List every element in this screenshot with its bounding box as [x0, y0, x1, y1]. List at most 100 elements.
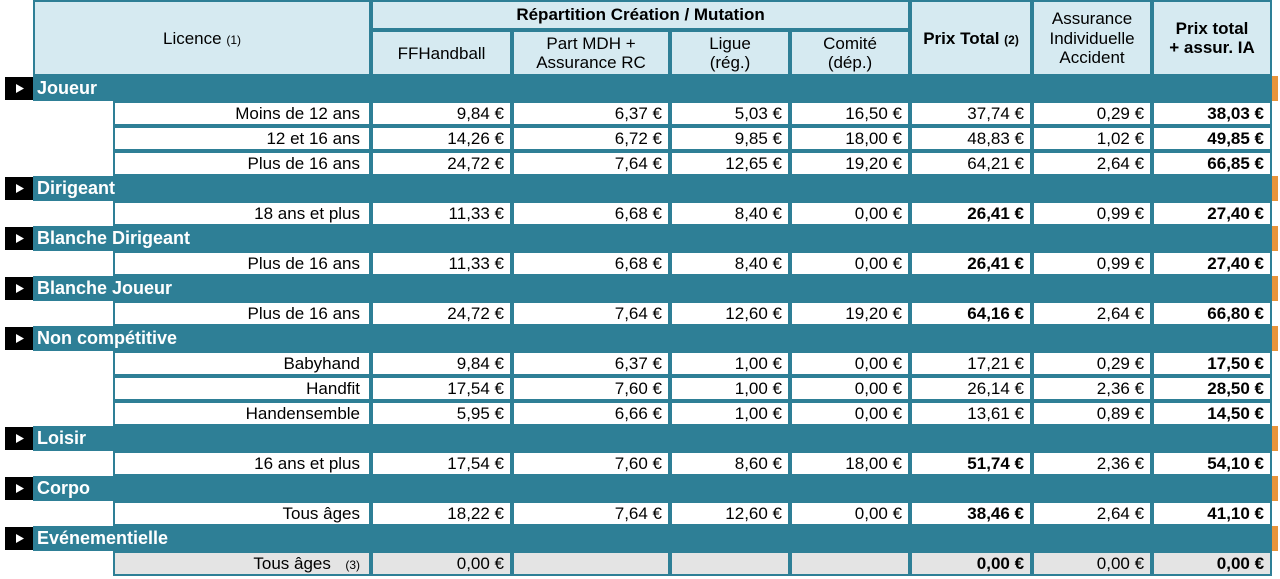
- cell-prix-total-ia: 28,50 €: [1152, 376, 1273, 402]
- row-right-spacer: [1272, 451, 1280, 477]
- corner-blank: [0, 0, 33, 30]
- table-row: 18 ans et plus 11,33 €6,68 €8,40 €0,00 €2…: [0, 201, 1280, 227]
- header-ligue: Ligue (rég.): [670, 30, 791, 77]
- header-comite-line1: Comité: [823, 34, 877, 53]
- row-indent-spacer: [33, 501, 113, 527]
- category-row-edge: [1152, 176, 1279, 202]
- row-indent-spacer: [33, 101, 113, 127]
- cell-comite: [790, 551, 911, 577]
- header-row-group: Licence (1) Répartition Création / Mutati…: [0, 0, 1280, 77]
- table-row: Plus de 16 ans 24,72 €7,64 €12,60 €19,20 …: [0, 301, 1280, 327]
- row-indent-spacer: [33, 401, 113, 427]
- cell-assurance: 0,99 €: [1032, 251, 1153, 277]
- category-blanche-joueur-toggle[interactable]: [0, 276, 33, 302]
- row-label-text: Handensemble: [245, 403, 361, 423]
- expand-triangle-icon[interactable]: [5, 277, 33, 301]
- cell-assurance: 0,29 €: [1032, 101, 1153, 127]
- cell-part-mdh: 6,37 €: [512, 101, 671, 127]
- category-row-edge: [1152, 326, 1279, 352]
- expand-triangle-icon[interactable]: [5, 527, 33, 551]
- row-right-spacer: [1272, 126, 1280, 152]
- category-dirigeant-toggle[interactable]: [0, 176, 33, 202]
- cell-assurance: 2,36 €: [1032, 451, 1153, 477]
- category-row[interactable]: Blanche Joueur: [0, 276, 1280, 302]
- expand-triangle-icon[interactable]: [5, 477, 33, 501]
- table-row: 12 et 16 ans 14,26 €6,72 €9,85 €18,00 €48…: [0, 126, 1280, 152]
- cell-assurance: 0,99 €: [1032, 201, 1153, 227]
- category-row[interactable]: Joueur: [0, 76, 1280, 102]
- header-comite: Comité (dép.): [790, 30, 911, 77]
- cell-ligue: 1,00 €: [670, 401, 791, 427]
- cell-ligue: 9,85 €: [670, 126, 791, 152]
- cell-prix-total: 64,16 €: [910, 301, 1033, 327]
- cell-comite: 0,00 €: [790, 251, 911, 277]
- cell-ligue: 1,00 €: [670, 351, 791, 377]
- category-loisir-toggle[interactable]: [0, 426, 33, 452]
- cell-part-mdh: 7,60 €: [512, 376, 671, 402]
- category-blanche-joueur-label: Blanche Joueur: [33, 276, 1153, 302]
- category-row[interactable]: Loisir: [0, 426, 1280, 452]
- row-label: 18 ans et plus: [113, 201, 372, 227]
- category-ev-nementielle-toggle[interactable]: [0, 526, 33, 552]
- cell-prix-total: 17,21 €: [910, 351, 1033, 377]
- row-indent-spacer: [33, 251, 113, 277]
- cell-prix-total-ia: 14,50 €: [1152, 401, 1273, 427]
- row-left-spacer: [0, 251, 33, 277]
- licence-price-table: Licence (1) Répartition Création / Mutati…: [0, 0, 1280, 577]
- category-joueur-toggle[interactable]: [0, 76, 33, 102]
- category-non-comp-titive-toggle[interactable]: [0, 326, 33, 352]
- header-prix-total: Prix Total (2): [910, 0, 1033, 77]
- cell-prix-total: 37,74 €: [910, 101, 1033, 127]
- category-row[interactable]: Evénementielle: [0, 526, 1280, 552]
- cell-prix-total: 26,14 €: [910, 376, 1033, 402]
- cell-ligue: 1,00 €: [670, 376, 791, 402]
- cell-ffhandball: 11,33 €: [371, 201, 513, 227]
- row-label: Handensemble: [113, 401, 372, 427]
- cell-ffhandball: 18,22 €: [371, 501, 513, 527]
- cell-part-mdh: 7,60 €: [512, 451, 671, 477]
- expand-triangle-icon[interactable]: [5, 77, 33, 101]
- category-row[interactable]: Corpo: [0, 476, 1280, 502]
- row-label: 16 ans et plus: [113, 451, 372, 477]
- cell-ligue: 12,65 €: [670, 151, 791, 177]
- category-row[interactable]: Blanche Dirigeant: [0, 226, 1280, 252]
- cell-ffhandball: 9,84 €: [371, 101, 513, 127]
- cell-comite: 0,00 €: [790, 501, 911, 527]
- category-row[interactable]: Dirigeant: [0, 176, 1280, 202]
- cell-prix-total-ia: 41,10 €: [1152, 501, 1273, 527]
- expand-triangle-icon[interactable]: [5, 327, 33, 351]
- category-row[interactable]: Non compétitive: [0, 326, 1280, 352]
- category-blanche-dirigeant-toggle[interactable]: [0, 226, 33, 252]
- row-label: Plus de 16 ans: [113, 251, 372, 277]
- row-label: Babyhand: [113, 351, 372, 377]
- category-row-edge: [1152, 526, 1279, 552]
- cell-assurance: 1,02 €: [1032, 126, 1153, 152]
- row-indent-spacer: [33, 151, 113, 177]
- cell-part-mdh: 6,66 €: [512, 401, 671, 427]
- cell-prix-total: 64,21 €: [910, 151, 1033, 177]
- header-mdh-line1: Part MDH +: [546, 34, 636, 53]
- row-right-spacer: [1272, 501, 1280, 527]
- row-left-spacer: [0, 101, 33, 127]
- expand-triangle-icon[interactable]: [5, 177, 33, 201]
- expand-triangle-icon[interactable]: [5, 227, 33, 251]
- table-row: Handfit 17,54 €7,60 €1,00 €0,00 €26,14 €2…: [0, 376, 1280, 402]
- row-label-text: Tous âges: [282, 503, 361, 523]
- row-label-text: Babyhand: [283, 353, 361, 373]
- tariff-table: Licence (1) Répartition Création / Mutati…: [0, 0, 1280, 579]
- header-prix-total-ia-line1: Prix total: [1175, 19, 1249, 38]
- cell-part-mdh: 7,64 €: [512, 151, 671, 177]
- cell-prix-total: 38,46 €: [910, 501, 1033, 527]
- expand-triangle-icon[interactable]: [5, 427, 33, 451]
- row-label: Moins de 12 ans: [113, 101, 372, 127]
- cell-comite: 0,00 €: [790, 376, 911, 402]
- category-corpo-toggle[interactable]: [0, 476, 33, 502]
- row-label: Handfit: [113, 376, 372, 402]
- cell-ligue: 8,40 €: [670, 251, 791, 277]
- cell-ffhandball: 11,33 €: [371, 251, 513, 277]
- row-left-spacer: [0, 551, 33, 577]
- cell-part-mdh: 6,68 €: [512, 251, 671, 277]
- cell-prix-total-ia: 0,00 €: [1152, 551, 1273, 577]
- category-loisir-label: Loisir: [33, 426, 1153, 452]
- row-label: Tous âges (3): [113, 551, 372, 577]
